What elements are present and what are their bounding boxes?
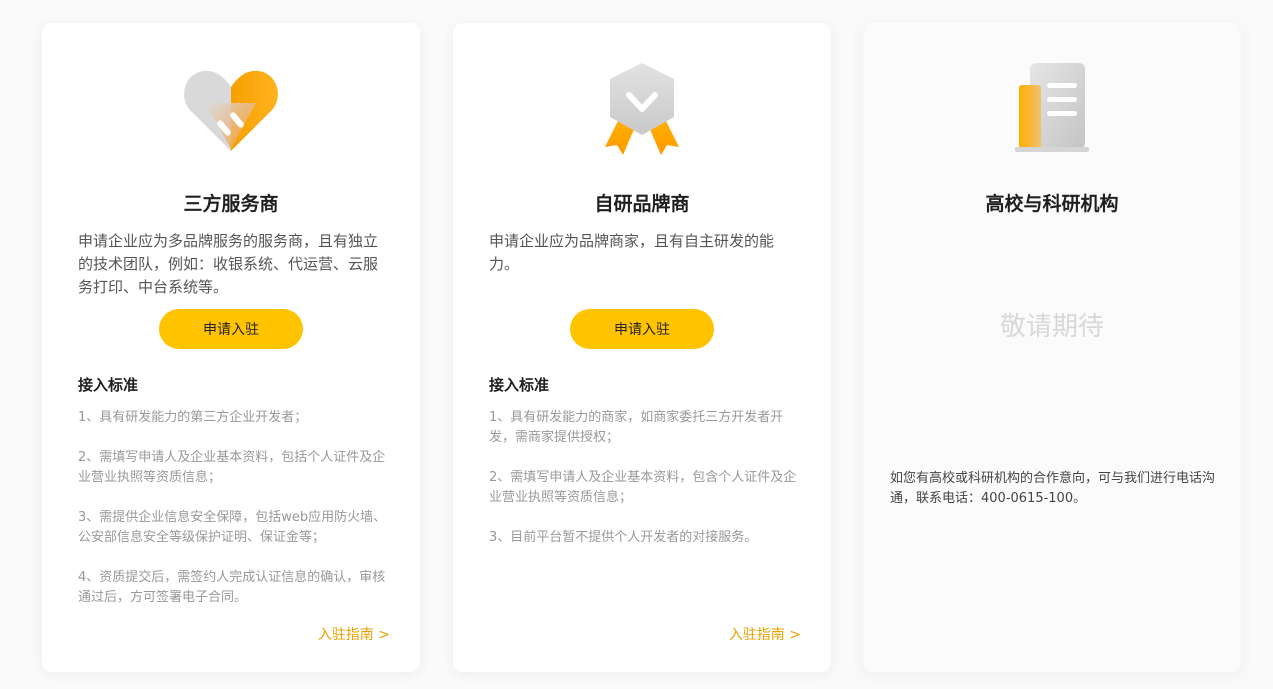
award-badge-icon [453,59,831,159]
building-icon [863,59,1241,159]
card-title: 三方服务商 [183,193,279,215]
list-item: 3、目前平台暂不提供个人开发者的对接服务。 [489,530,758,545]
list-item: 1、具有研发能力的商家，如商家委托三方开发者开发，需商家提供授权； [489,410,784,445]
guide-link[interactable]: 入驻指南 > [318,624,390,644]
guide-link[interactable]: 入驻指南 > [729,624,801,644]
brand-developer-card: 自研品牌商 申请企业应为品牌商家，且有自主研发的能力。 申请入驻 接入标准 1、… [453,23,831,672]
apply-button[interactable]: 申请入驻 [159,309,303,349]
standards-list: 1、具有研发能力的商家，如商家委托三方开发者开发，需商家提供授权； 2、需填写申… [489,408,801,568]
standards-title: 接入标准 [78,376,139,394]
card-title: 高校与科研机构 [985,193,1119,215]
university-card: 高校与科研机构 敬请期待 如您有高校或科研机构的合作意向，可与我们进行电话沟通，… [863,23,1241,672]
card-title: 自研品牌商 [594,193,690,215]
apply-button[interactable]: 申请入驻 [570,309,714,349]
list-item: 2、需填写申请人及企业基本资料，包括个人证件及企业营业执照等资质信息； [78,450,386,485]
list-item: 3、需提供企业信息安全保障，包括web应用防火墙、公安部信息安全等级保护证明、保… [78,510,387,545]
card-description: 申请企业应为品牌商家，且有自主研发的能力。 [489,232,775,273]
service-provider-card: 三方服务商 申请企业应为多品牌服务的服务商，且有独立的技术团队，例如：收银系统、… [42,23,420,672]
coming-soon-text: 敬请期待 [999,312,1104,342]
standards-list: 1、具有研发能力的第三方企业开发者； 2、需填写申请人及企业基本资料，包括个人证… [78,408,390,628]
list-item: 2、需填写申请人及企业基本资料，包含个人证件及企业营业执照等资质信息； [489,470,797,505]
list-item: 1、具有研发能力的第三方企业开发者； [78,410,308,425]
handshake-heart-icon [42,59,420,159]
contact-info: 如您有高校或科研机构的合作意向，可与我们进行电话沟通，联系电话：400-0615… [890,471,1216,506]
standards-title: 接入标准 [489,376,550,394]
card-description: 申请企业应为多品牌服务的服务商，且有独立的技术团队，例如：收银系统、代运营、云服… [78,232,379,296]
list-item: 4、资质提交后，需签约人完成认证信息的确认，审核通过后，方可签署电子合同。 [78,570,386,605]
